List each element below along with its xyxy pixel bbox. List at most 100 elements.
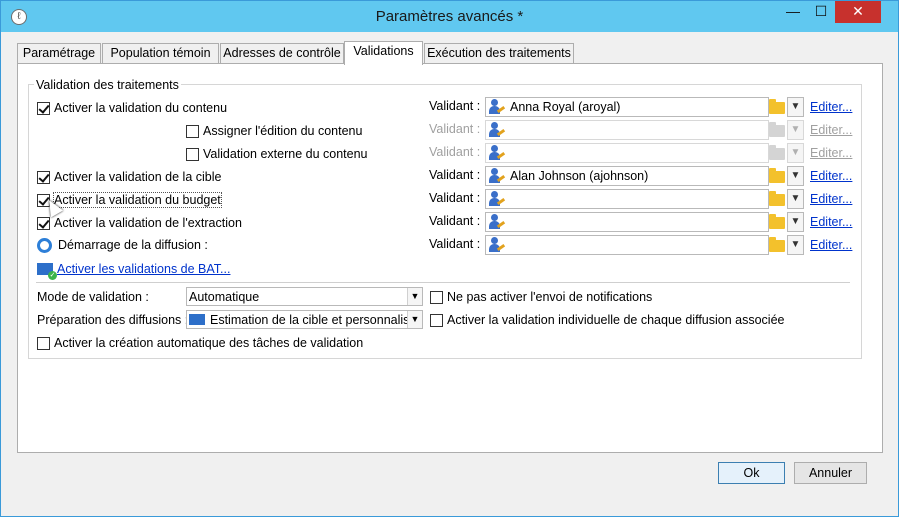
validant-label: Validant : — [429, 191, 481, 205]
user-key-icon — [488, 191, 506, 207]
auto-tasks-label: Activer la création automatique des tâch… — [54, 336, 364, 350]
bat-mail-icon — [37, 263, 57, 280]
folder-icon — [769, 122, 785, 137]
dialog-window: ℓ Paramètres avancés * — ☐ ✕ Paramétrage… — [0, 0, 899, 517]
user-key-icon — [488, 214, 506, 230]
tab-adresses-controle[interactable]: Adresses de contrôle — [220, 43, 344, 64]
separator — [36, 282, 850, 283]
delivery-start-row: Démarrage de la diffusion : — [37, 236, 208, 254]
content-validant-field[interactable]: Anna Royal (aroyal) — [485, 97, 769, 117]
content-validant-value: Anna Royal (aroyal) — [510, 100, 621, 114]
cancel-button[interactable]: Annuler — [794, 462, 867, 484]
chevron-down-icon[interactable]: ▼ — [787, 235, 804, 255]
target-validant-value: Alan Johnson (ajohnson) — [510, 169, 649, 183]
extraction-validation-checkbox-row[interactable]: Activer la validation de l'extraction — [37, 214, 242, 232]
folder-icon[interactable] — [769, 237, 785, 252]
mode-value: Automatique — [189, 289, 260, 304]
extraction-validation-label: Activer la validation de l'extraction — [54, 216, 242, 230]
chevron-down-icon[interactable]: ▼ — [407, 288, 422, 305]
chevron-down-icon[interactable]: ▼ — [407, 311, 422, 328]
validant-label: Validant : — [429, 99, 481, 113]
target-validant-field[interactable]: Alan Johnson (ajohnson) — [485, 166, 769, 186]
folder-icon[interactable] — [769, 168, 785, 183]
edit-external-link: Editer... — [810, 146, 853, 160]
auto-tasks-checkbox-row[interactable]: Activer la création automatique des tâch… — [37, 334, 363, 352]
user-key-icon — [488, 237, 506, 253]
budget-validation-label: Activer la validation du budget — [53, 192, 222, 208]
prep-label: Préparation des diffusions : — [37, 313, 189, 327]
maximize-button[interactable]: ☐ — [807, 1, 835, 23]
target-validation-label: Activer la validation de la cible — [54, 170, 222, 184]
tab-population-temoin[interactable]: Population témoin — [102, 43, 219, 64]
window-title: Paramètres avancés * — [375, 8, 524, 25]
validant-label: Validant : — [429, 122, 481, 136]
edit-delivery-validant-link[interactable]: Editer... — [810, 238, 852, 252]
mode-label: Mode de validation : — [37, 290, 149, 304]
individual-validation-label: Activer la validation individuelle de ch… — [447, 313, 785, 327]
delivery-validant-field[interactable] — [485, 235, 769, 255]
validant-label: Validant : — [429, 237, 481, 251]
edit-extraction-validant-link[interactable]: Editer... — [810, 215, 852, 229]
chevron-down-icon[interactable]: ▼ — [787, 166, 804, 186]
edit-target-validant-link[interactable]: Editer... — [810, 169, 852, 183]
validant-label: Validant : — [429, 168, 481, 182]
mode-select[interactable]: Automatique ▼ — [186, 287, 423, 306]
individual-validation-checkbox[interactable] — [430, 313, 443, 327]
budget-validation-checkbox-row[interactable]: Activer la validation du budget — [37, 191, 222, 209]
close-button[interactable]: ✕ — [835, 1, 881, 23]
tab-validations[interactable]: Validations — [344, 41, 423, 65]
prep-select[interactable]: Estimation de la cible et personnalisat … — [186, 310, 423, 329]
edit-content-validant-link[interactable]: Editer... — [810, 100, 852, 114]
tab-execution-traitements[interactable]: Exécution des traitements — [424, 43, 574, 64]
tab-parametrage[interactable]: Paramétrage — [17, 43, 101, 64]
target-validation-checkbox[interactable] — [37, 170, 50, 184]
chevron-down-icon: ▼ — [787, 120, 804, 140]
user-key-icon — [488, 168, 506, 184]
budget-validant-field[interactable] — [485, 189, 769, 209]
minimize-button[interactable]: — — [779, 1, 807, 23]
user-key-icon — [488, 99, 506, 115]
validant-label: Validant : — [429, 214, 481, 228]
assign-edit-checkbox-row[interactable]: Assigner l'édition du contenu — [186, 122, 362, 140]
external-validation-checkbox-row[interactable]: Validation externe du contenu — [186, 145, 367, 163]
no-notif-checkbox[interactable] — [430, 290, 443, 304]
group-title: Validation des traitements — [34, 78, 181, 92]
target-validation-checkbox-row[interactable]: Activer la validation de la cible — [37, 168, 221, 186]
edit-budget-validant-link[interactable]: Editer... — [810, 192, 852, 206]
delivery-start-icon — [37, 237, 52, 253]
delivery-start-label: Démarrage de la diffusion : — [58, 238, 208, 252]
user-key-icon — [488, 145, 506, 161]
prep-value: Estimation de la cible et personnalisat — [210, 312, 420, 327]
bat-link-row[interactable]: Activer les validations de BAT... — [37, 260, 230, 280]
folder-icon — [769, 145, 785, 160]
assign-edit-label: Assigner l'édition du contenu — [203, 124, 363, 138]
chevron-down-icon[interactable]: ▼ — [787, 97, 804, 117]
individual-checkbox-row[interactable]: Activer la validation individuelle de ch… — [430, 311, 784, 329]
chevron-down-icon[interactable]: ▼ — [787, 189, 804, 209]
mail-icon — [189, 314, 205, 325]
content-validation-checkbox[interactable] — [37, 101, 50, 115]
folder-icon[interactable] — [769, 99, 785, 114]
no-notif-label: Ne pas activer l'envoi de notifications — [447, 290, 653, 304]
external-validation-label: Validation externe du contenu — [203, 147, 368, 161]
external-validation-checkbox[interactable] — [186, 147, 199, 161]
extraction-validation-checkbox[interactable] — [37, 216, 50, 230]
assign-edit-validant-field[interactable] — [485, 120, 769, 140]
auto-tasks-checkbox[interactable] — [37, 336, 50, 350]
user-key-icon — [488, 122, 506, 138]
no-notif-checkbox-row[interactable]: Ne pas activer l'envoi de notifications — [430, 288, 652, 306]
chevron-down-icon[interactable]: ▼ — [787, 212, 804, 232]
assign-edit-checkbox[interactable] — [186, 124, 199, 138]
external-validant-field[interactable] — [485, 143, 769, 163]
title-bar: ℓ Paramètres avancés * — ☐ ✕ — [1, 1, 898, 32]
edit-assign-link: Editer... — [810, 123, 853, 137]
ok-button[interactable]: Ok — [718, 462, 785, 484]
content-validation-checkbox-row[interactable]: Activer la validation du contenu — [37, 99, 227, 117]
bat-validation-link[interactable]: Activer les validations de BAT... — [57, 262, 230, 276]
extraction-validant-field[interactable] — [485, 212, 769, 232]
content-validation-label: Activer la validation du contenu — [54, 101, 228, 115]
validant-label: Validant : — [429, 145, 481, 159]
chevron-down-icon: ▼ — [787, 143, 804, 163]
folder-icon[interactable] — [769, 214, 785, 229]
folder-icon[interactable] — [769, 191, 785, 206]
